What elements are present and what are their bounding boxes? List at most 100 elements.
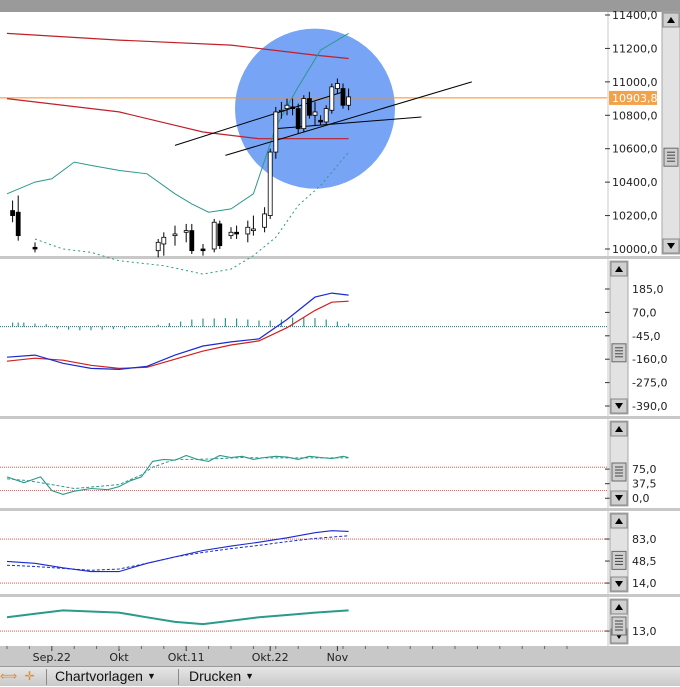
- y-tick-label: 0,0: [632, 492, 650, 505]
- y-tick-label: 10400,0: [612, 176, 658, 189]
- chartvorlagen-menu[interactable]: Chartvorlagen ▼: [55, 668, 156, 685]
- oscillator-3-panel: 13,0: [0, 609, 657, 638]
- y-tick-label: 83,0: [632, 533, 657, 546]
- y-tick-label: 10800,0: [612, 109, 658, 122]
- candle-body: [172, 233, 178, 237]
- candle-body: [318, 119, 324, 123]
- candle: [189, 223, 195, 255]
- price-scrollbar[interactable]: [661, 11, 680, 255]
- x-tick-label: Okt.22: [252, 651, 289, 664]
- toolbar-separator: [46, 669, 47, 685]
- candle-body: [234, 231, 240, 235]
- y-tick-label: 70,0: [632, 306, 657, 319]
- candle: [183, 223, 189, 243]
- toolbar-separator: [178, 669, 179, 685]
- y-tick-label: 75,0: [632, 463, 657, 476]
- y-tick-label: 37,5: [632, 478, 657, 491]
- scroll-thumb[interactable]: [611, 550, 627, 570]
- candle-body: [346, 96, 352, 106]
- panel-separator: [0, 256, 680, 259]
- candle-body: [301, 98, 307, 130]
- candle: [329, 83, 335, 114]
- panel-separator: [0, 594, 680, 597]
- x-tick-label: Sep.22: [33, 651, 71, 664]
- candle-body: [228, 231, 234, 237]
- x-tick-label: Okt.11: [168, 651, 205, 664]
- candle-body: [200, 248, 206, 252]
- candle: [301, 95, 307, 132]
- oscillator-2-panel: 83,0 48,5 14,0: [0, 530, 657, 590]
- candle-body: [161, 236, 167, 245]
- candle-body: [334, 83, 340, 89]
- candle: [172, 225, 178, 246]
- chart-toolbar: ⟺ ✛ Chartvorlagen ▼ Drucken ▼: [0, 666, 680, 686]
- candle: [245, 220, 251, 243]
- candle-body: [329, 86, 335, 111]
- candle-body: [189, 230, 195, 252]
- candle: [217, 220, 223, 249]
- drucken-menu[interactable]: Drucken ▼: [189, 668, 254, 685]
- candle: [234, 225, 240, 239]
- drucken-label: Drucken: [189, 668, 242, 684]
- candle: [250, 215, 256, 236]
- candle-body: [211, 221, 217, 250]
- candle: [10, 200, 16, 223]
- candle-body: [32, 246, 38, 250]
- panel-separator: [0, 416, 680, 419]
- candle-body: [312, 111, 318, 116]
- current-price-label: 10903,8: [612, 92, 658, 105]
- y-tick-label: 13,0: [632, 625, 657, 638]
- oscillator-1-scrollbar[interactable]: [609, 420, 629, 507]
- candle-body: [217, 223, 223, 247]
- scroll-thumb[interactable]: [611, 343, 627, 363]
- oscillator-3-scrollbar[interactable]: [609, 598, 629, 645]
- candle-body: [267, 151, 273, 216]
- y-tick-label: 11200,0: [612, 42, 658, 55]
- candle-body: [323, 108, 329, 123]
- scroll-thumb[interactable]: [611, 462, 627, 482]
- candle-body: [273, 111, 279, 153]
- candle-body: [262, 213, 268, 228]
- price-panel: 11400,0 11200,0 11000,0 10800,0 10600,0 10400…: [0, 9, 658, 275]
- y-tick-label: 11000,0: [612, 76, 658, 89]
- title-strip: [0, 0, 680, 12]
- oscillator-2-scrollbar[interactable]: [609, 512, 629, 593]
- candle-body: [10, 210, 16, 216]
- candle-body: [278, 109, 284, 112]
- toolbar-tool-icons[interactable]: ⟺ ✛: [0, 669, 37, 683]
- candle-body: [306, 98, 312, 116]
- candle: [32, 242, 38, 253]
- candle: [200, 243, 206, 256]
- scrollbar-track[interactable]: [609, 260, 629, 415]
- y-tick-label: -45,0: [632, 330, 660, 343]
- y-tick-label: 14,0: [632, 577, 657, 590]
- oscillator-signal-line: [6, 456, 349, 490]
- y-tick-label: 11400,0: [612, 9, 658, 22]
- oscillator-line: [6, 609, 349, 626]
- scroll-thumb[interactable]: [611, 616, 627, 636]
- oscillator-1-panel: 75,0 37,50,0: [0, 454, 657, 505]
- panel-separator: [0, 508, 680, 511]
- chart-canvas: 11400,0 11200,0 11000,0 10800,0 10600,0 10400…: [0, 0, 680, 666]
- candle: [267, 148, 273, 219]
- candle-body: [245, 226, 251, 235]
- candle: [15, 195, 21, 241]
- chartvorlagen-label: Chartvorlagen: [55, 668, 143, 684]
- candle-body: [183, 230, 189, 233]
- scroll-thumb[interactable]: [663, 147, 679, 167]
- oscillator-line: [6, 454, 349, 495]
- triangle-down-icon: ▼: [245, 671, 255, 681]
- candle-body: [155, 241, 161, 252]
- macd-scrollbar[interactable]: [609, 260, 629, 415]
- candle: [211, 218, 217, 253]
- candle-body: [15, 211, 21, 237]
- candle-body: [250, 228, 256, 232]
- candle-body: [290, 106, 296, 110]
- candle: [262, 207, 268, 233]
- x-tick-label: Okt: [109, 651, 129, 664]
- scrollbar-track[interactable]: [661, 11, 680, 255]
- candle: [228, 227, 234, 239]
- y-tick-label: -390,0: [632, 400, 667, 413]
- macd-panel: 185,0 70,0 -45,0 -160,0 -275,0 -390,0: [0, 283, 667, 413]
- y-tick-label: 48,5: [632, 555, 657, 568]
